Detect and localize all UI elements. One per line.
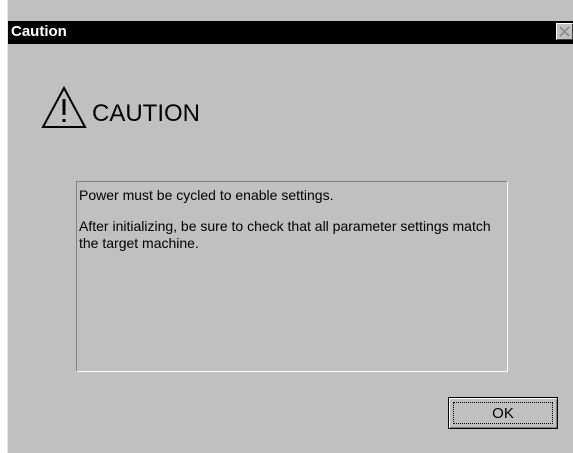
ok-button[interactable]: OK [448, 397, 558, 429]
caution-dialog: Caution CAUTION Power must be cycled to … [7, 0, 573, 453]
close-button[interactable] [556, 23, 573, 40]
close-icon [559, 26, 570, 37]
message-box: Power must be cycled to enable settings.… [76, 181, 508, 372]
title-bar[interactable]: Caution [8, 21, 573, 44]
warning-triangle-icon [41, 86, 87, 128]
window-title: Caution [11, 23, 67, 40]
message-line-check-parameters: After initializing, be sure to check tha… [79, 218, 491, 251]
ok-button-label: OK [453, 402, 553, 424]
message-line-power-cycle: Power must be cycled to enable settings. [79, 187, 334, 203]
caution-heading-text: CAUTION [92, 100, 200, 127]
